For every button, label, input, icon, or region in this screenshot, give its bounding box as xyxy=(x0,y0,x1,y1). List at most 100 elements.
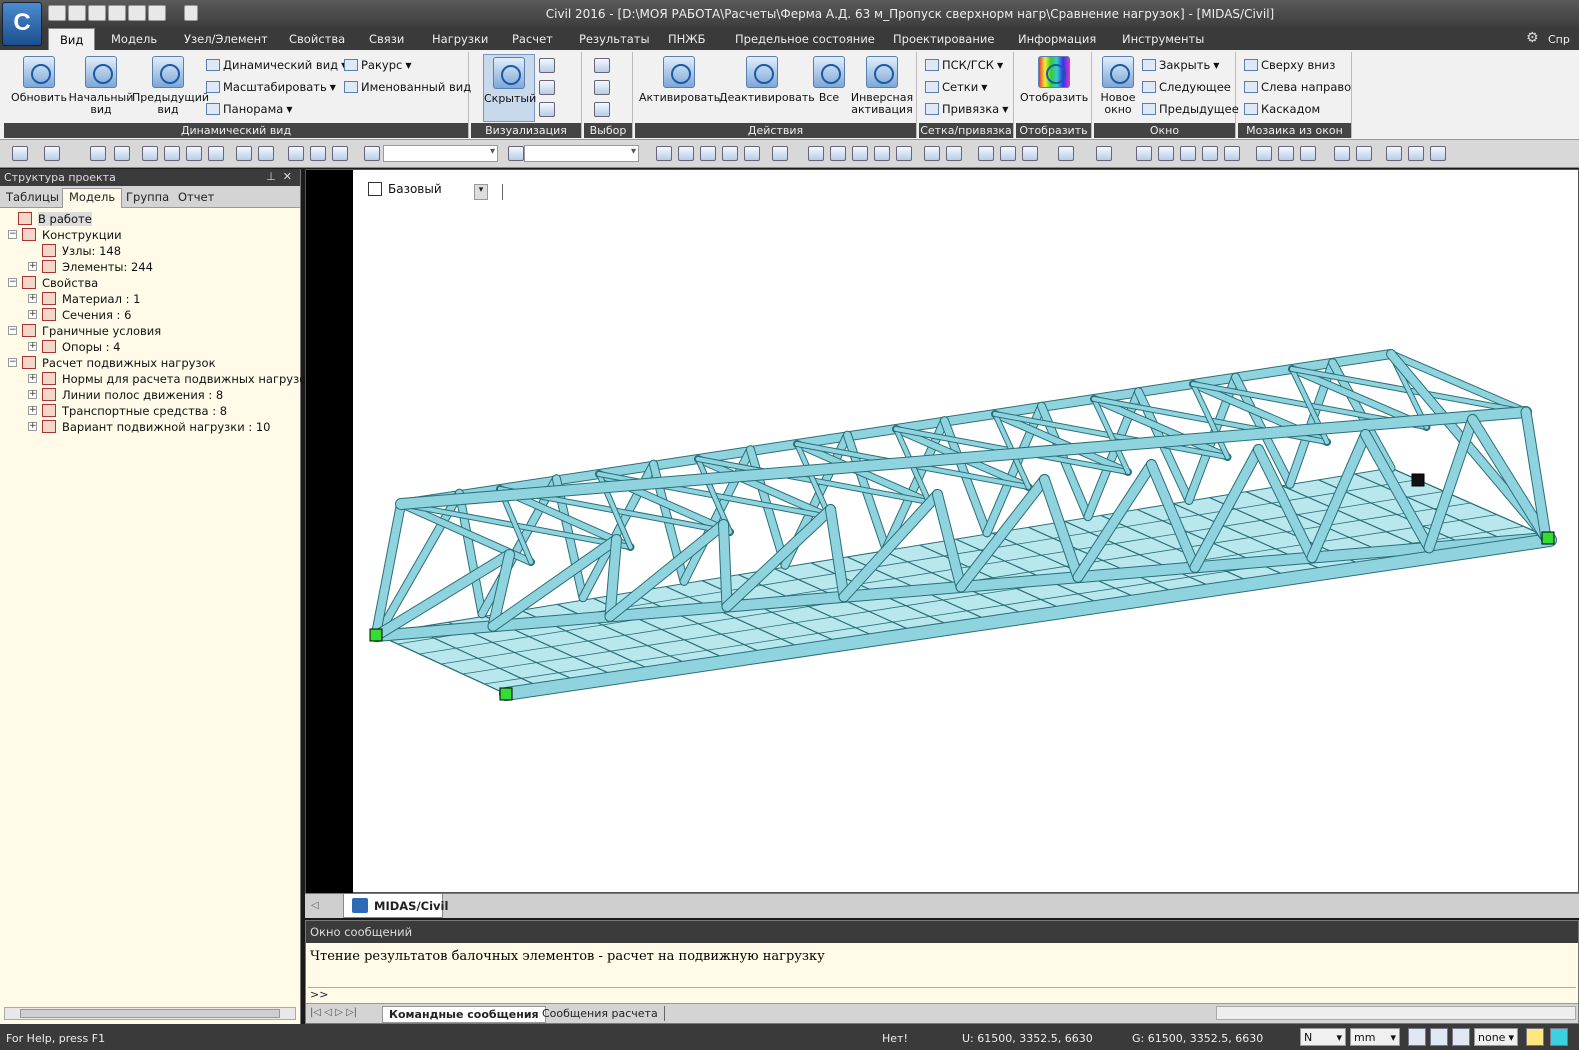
selection-dropdown[interactable] xyxy=(383,145,498,162)
previous-view-button[interactable]: Предыдущий вид xyxy=(132,54,209,116)
top-view-icon[interactable] xyxy=(1356,146,1372,161)
tab-information[interactable]: Информация xyxy=(1018,32,1096,46)
zoom-window-icon[interactable] xyxy=(164,146,180,161)
previous-window-button[interactable]: Предыдущее xyxy=(1142,102,1239,116)
filter-dropdown[interactable] xyxy=(524,145,639,162)
pointer-icon[interactable] xyxy=(208,146,224,161)
tree-expander-icon[interactable]: − xyxy=(8,326,17,335)
snap-node-icon[interactable] xyxy=(1408,1028,1426,1046)
next-window-button[interactable]: Следующее xyxy=(1142,80,1231,94)
tree-item[interactable]: − Расчет подвижных нагрузок xyxy=(0,355,298,371)
play-icon[interactable] xyxy=(700,146,716,161)
panel-pin-close-icons[interactable]: ⊥ ✕ xyxy=(266,170,292,183)
snap-button[interactable]: Привязка ▼ xyxy=(925,102,1008,116)
back-view-icon[interactable] xyxy=(1334,146,1350,161)
tab-analysis[interactable]: Расчет xyxy=(512,32,553,46)
view-front-icon[interactable] xyxy=(508,146,524,161)
snap-grid-icon[interactable] xyxy=(1430,1028,1448,1046)
tab-command-messages[interactable]: Командные сообщения xyxy=(382,1006,546,1023)
arrow-icon[interactable] xyxy=(186,146,202,161)
scroll-thumb[interactable] xyxy=(20,1009,280,1018)
display-button[interactable]: Отобразить xyxy=(1020,54,1088,104)
tab-analysis-messages[interactable]: Сообщения расчета xyxy=(536,1006,665,1021)
zoom-out-icon[interactable] xyxy=(1096,146,1112,161)
tree-expander-icon[interactable]: + xyxy=(28,422,37,431)
tree-expander-icon[interactable]: − xyxy=(8,230,17,239)
app-menu-button[interactable]: C xyxy=(2,2,42,46)
monitor-icon[interactable] xyxy=(852,146,868,161)
play-icon[interactable] xyxy=(1452,1028,1470,1046)
zoom-fit-icon[interactable] xyxy=(1022,146,1038,161)
zoom-all-icon[interactable] xyxy=(1136,146,1152,161)
lock-icon[interactable] xyxy=(924,146,940,161)
undo-icon[interactable] xyxy=(12,146,28,161)
tree-expander-icon[interactable]: + xyxy=(28,310,37,319)
grids-button[interactable]: Сетки ▼ xyxy=(925,80,987,94)
tab-scroll-left-icon[interactable]: ◁ xyxy=(311,900,319,911)
element-number-icon[interactable] xyxy=(896,146,912,161)
zoom-in-icon[interactable] xyxy=(1058,146,1074,161)
new-file-icon[interactable] xyxy=(48,5,66,21)
select-window-icon[interactable] xyxy=(594,80,610,95)
rotate-icon[interactable] xyxy=(310,146,326,161)
tree-item[interactable]: − Конструкции xyxy=(0,227,298,243)
extra-select[interactable]: none ▾ xyxy=(1474,1028,1518,1046)
view-side-icon[interactable] xyxy=(678,146,694,161)
preview-icon[interactable] xyxy=(148,5,166,21)
help-menu[interactable]: Спр xyxy=(1548,33,1570,46)
fullscreen-icon[interactable] xyxy=(1256,146,1272,161)
tree-expander-icon[interactable]: + xyxy=(28,390,37,399)
refresh-button[interactable]: Обновить xyxy=(8,54,70,104)
render-icon[interactable] xyxy=(830,146,846,161)
cursor-icon[interactable] xyxy=(332,146,348,161)
hand-icon[interactable] xyxy=(1180,146,1196,161)
tree-expander-icon[interactable]: − xyxy=(8,278,17,287)
inverse-activation-button[interactable]: Инверсная активация xyxy=(849,54,915,116)
save-state-icon[interactable] xyxy=(90,146,106,161)
length-unit-select[interactable]: mm ▾ xyxy=(1350,1028,1400,1046)
color-indicator-icon[interactable] xyxy=(1550,1028,1568,1046)
activate-button[interactable]: Активировать xyxy=(639,54,720,104)
tree-item[interactable]: + Материал : 1 xyxy=(0,291,298,307)
tab-pscbridge[interactable]: ПНЖБ xyxy=(668,32,706,46)
tab-tools[interactable]: Инструменты xyxy=(1122,32,1204,46)
print-icon[interactable] xyxy=(128,5,146,21)
tab-connections[interactable]: Связи xyxy=(369,32,404,46)
tree-item[interactable]: + Линии полос движения : 8 xyxy=(0,387,298,403)
tab-model-tree[interactable]: Модель xyxy=(62,188,123,208)
deactivate-button[interactable]: Деактивировать xyxy=(719,54,815,104)
mesh-icon[interactable] xyxy=(722,146,738,161)
tab-view[interactable]: Вид xyxy=(48,28,96,50)
message-horizontal-scrollbar[interactable] xyxy=(1216,1006,1576,1020)
node-select-icon[interactable] xyxy=(142,146,158,161)
force-unit-select[interactable]: N ▾ xyxy=(1300,1028,1346,1046)
tile-horizontal-button[interactable]: Сверху вниз xyxy=(1244,58,1335,72)
save-icon[interactable] xyxy=(108,5,126,21)
tab-loads[interactable]: Нагрузки xyxy=(432,32,488,46)
tree-item[interactable]: + Опоры : 4 xyxy=(0,339,298,355)
ucs-gcs-button[interactable]: ПСК/ГСК ▼ xyxy=(925,58,1003,72)
hidden-view-button[interactable]: Скрытый xyxy=(483,54,536,122)
shade-icon[interactable] xyxy=(808,146,824,161)
grid-snap-icon[interactable] xyxy=(1000,146,1016,161)
perspective-icon[interactable] xyxy=(539,80,555,95)
iso-view-icon[interactable] xyxy=(1278,146,1294,161)
tab-limit-state[interactable]: Предельное состояние xyxy=(735,32,875,46)
layout-icon[interactable] xyxy=(1430,146,1446,161)
help-icon[interactable] xyxy=(1526,1028,1544,1046)
grid-dots-icon[interactable] xyxy=(978,146,994,161)
filter-icon[interactable] xyxy=(364,146,380,161)
model-viewport[interactable]: Базовый ▾ xyxy=(305,169,1579,894)
select-plane-icon[interactable] xyxy=(594,102,610,117)
close-window-button[interactable]: Закрыть ▼ xyxy=(1142,58,1219,72)
tab-node-element[interactable]: Узел/Элемент xyxy=(184,32,268,46)
axis-icon[interactable] xyxy=(1386,146,1402,161)
zoom-button[interactable]: Масштабировать ▼ xyxy=(206,80,336,94)
viewport-tab-midas[interactable]: MIDAS/Civil xyxy=(343,894,448,918)
open-file-icon[interactable] xyxy=(68,5,86,21)
initial-view-button[interactable]: Начальный вид xyxy=(68,54,134,116)
truss-bridge-model[interactable] xyxy=(306,170,1579,894)
tree-item[interactable]: − Свойства xyxy=(0,275,298,291)
shrink-icon[interactable] xyxy=(744,146,760,161)
shrink-icon[interactable] xyxy=(539,58,555,73)
